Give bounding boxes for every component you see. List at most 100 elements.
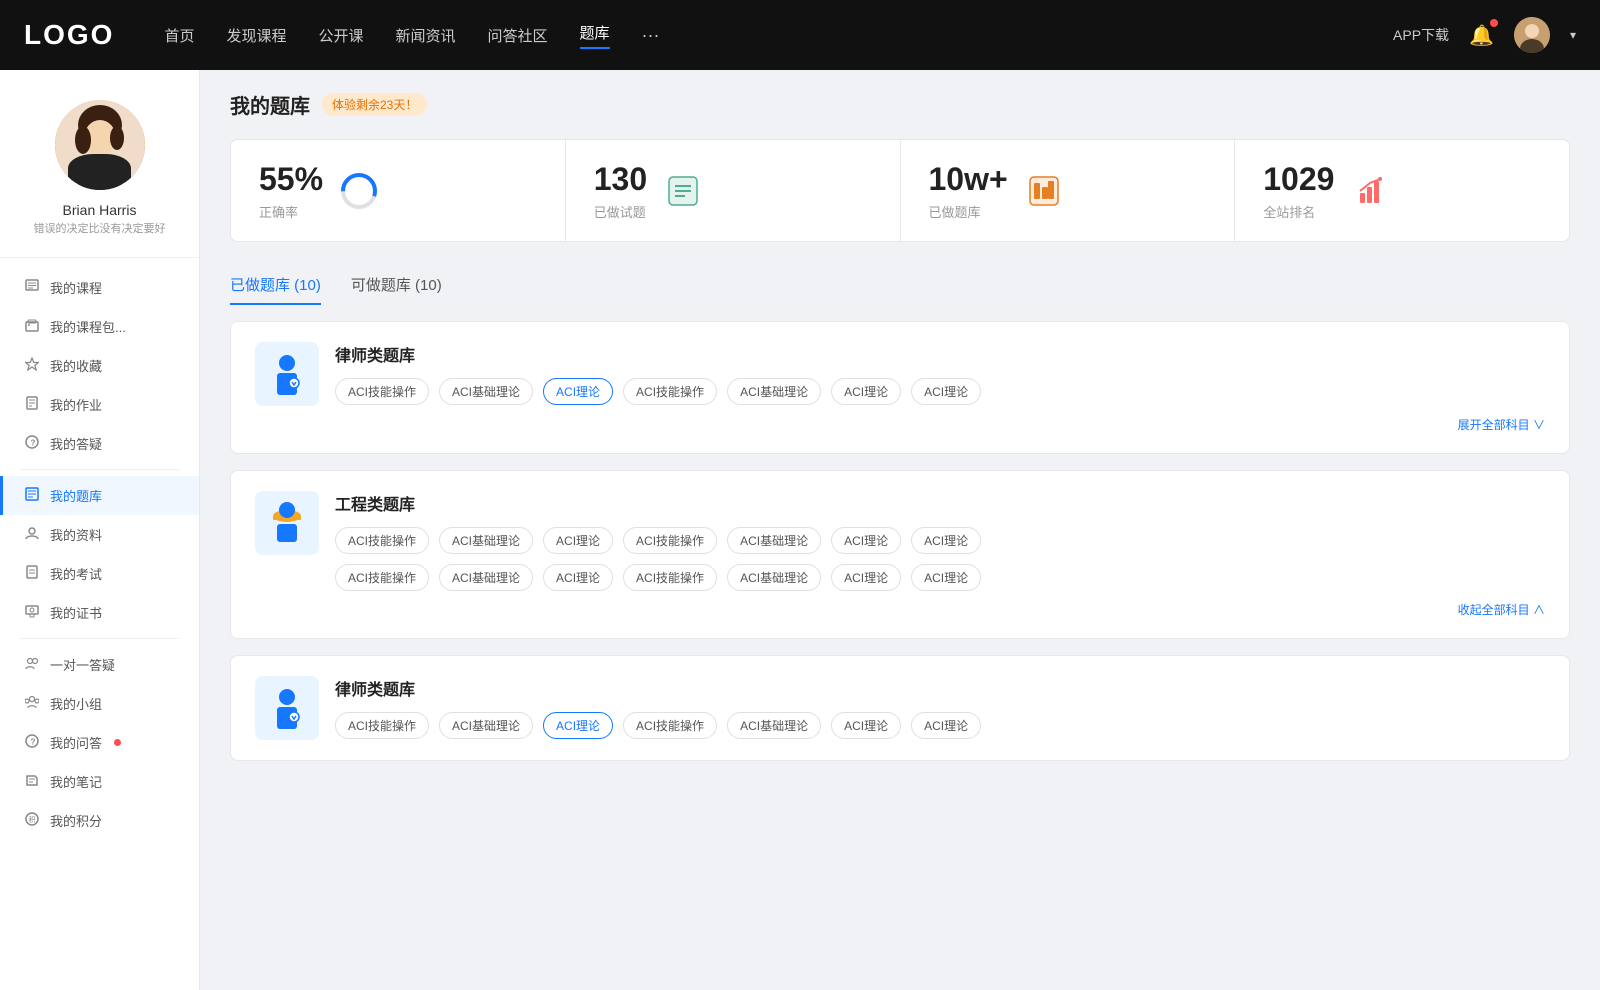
qbank-tag[interactable]: ACI技能操作 <box>335 564 429 591</box>
stats-row: 55% 正确率 130 已做试题 <box>230 139 1570 242</box>
sidebar-item-homework[interactable]: 我的作业 <box>0 385 199 424</box>
qbank-tag[interactable]: ACI技能操作 <box>335 378 429 405</box>
trial-badge: 体验剩余23天！ <box>322 93 427 116</box>
nav-news[interactable]: 新闻资讯 <box>396 25 456 46</box>
qbank-tag[interactable]: ACI理论 <box>831 564 901 591</box>
nav-open-course[interactable]: 公开课 <box>318 25 363 46</box>
stat-done-questions-value: 130 <box>594 160 647 198</box>
qbank-tag[interactable]: ACI理论 <box>543 527 613 554</box>
sidebar-item-qa[interactable]: ? 我的答疑 <box>0 424 199 463</box>
svg-text:?: ? <box>31 738 36 747</box>
stat-accuracy-value: 55% <box>259 160 323 198</box>
qbank-icon <box>24 487 40 504</box>
qbank-tag[interactable]: ACI基础理论 <box>727 564 821 591</box>
page-title: 我的题库 <box>230 90 310 119</box>
qbank-header: 工程类题库 ACI技能操作 ACI基础理论 ACI理论 ACI技能操作 ACI基… <box>255 491 1545 591</box>
exam-icon <box>24 565 40 582</box>
svg-text:?: ? <box>31 439 36 448</box>
qbank-title: 律师类题库 <box>335 676 1545 700</box>
qbank-tag[interactable]: ACI理论 <box>911 378 981 405</box>
stat-done-banks-info: 10w+ 已做题库 <box>929 160 1008 221</box>
profile-motto: 错误的决定比没有决定要好 <box>34 222 166 237</box>
qbank-lawyer-icon-2 <box>255 676 319 740</box>
sidebar-item-notes[interactable]: 我的笔记 <box>0 762 199 801</box>
stat-accuracy-label: 正确率 <box>259 202 323 221</box>
stat-accuracy-icon <box>339 171 379 211</box>
sidebar-item-label: 我的问答 <box>50 733 102 752</box>
qbank-tag[interactable]: ACI基础理论 <box>439 712 533 739</box>
stat-accuracy-info: 55% 正确率 <box>259 160 323 221</box>
tabs-row: 已做题库 (10) 可做题库 (10) <box>230 266 1570 305</box>
qbank-tag[interactable]: ACI基础理论 <box>439 527 533 554</box>
qbank-tag[interactable]: ACI理论 <box>543 564 613 591</box>
unread-badge <box>114 739 121 746</box>
sidebar-item-exam[interactable]: 我的考试 <box>0 554 199 593</box>
favorites-icon <box>24 357 40 374</box>
qbank-card-lawyer-1: 律师类题库 ACI技能操作 ACI基础理论 ACI理论 ACI技能操作 ACI基… <box>230 321 1570 454</box>
one-on-one-icon <box>24 656 40 673</box>
sidebar-menu: 我的课程 我的课程包... 我的收藏 我的作业 <box>0 268 199 840</box>
notification-badge <box>1490 19 1498 27</box>
qbank-footer: 展开全部科目 ∨ <box>255 416 1545 433</box>
sidebar-item-course-package[interactable]: 我的课程包... <box>0 307 199 346</box>
stat-done-banks-icon <box>1024 171 1064 211</box>
sidebar-item-profile[interactable]: 我的资料 <box>0 515 199 554</box>
qbank-tag-active[interactable]: ACI理论 <box>543 378 613 405</box>
sidebar-item-label: 我的积分 <box>50 811 102 830</box>
sidebar-item-label: 一对一答疑 <box>50 655 115 674</box>
qbank-tag[interactable]: ACI技能操作 <box>335 527 429 554</box>
sidebar-item-favorites[interactable]: 我的收藏 <box>0 346 199 385</box>
sidebar-divider-2 <box>20 638 179 639</box>
nav-home[interactable]: 首页 <box>164 25 194 46</box>
app-download-link[interactable]: APP下载 <box>1393 25 1449 45</box>
qbank-tag[interactable]: ACI理论 <box>911 712 981 739</box>
qbank-tag[interactable]: ACI理论 <box>911 527 981 554</box>
certificate-icon <box>24 604 40 621</box>
sidebar-item-qbank[interactable]: 我的题库 <box>0 476 199 515</box>
my-courses-icon <box>24 279 40 296</box>
sidebar-item-one-on-one[interactable]: 一对一答疑 <box>0 645 199 684</box>
qbank-tag[interactable]: ACI技能操作 <box>623 712 717 739</box>
qbank-tag[interactable]: ACI技能操作 <box>623 564 717 591</box>
collapse-button[interactable]: 收起全部科目 ∧ <box>1458 601 1545 618</box>
nav-more[interactable]: ··· <box>642 25 660 46</box>
sidebar-item-certificate[interactable]: 我的证书 <box>0 593 199 632</box>
sidebar-item-questions[interactable]: ? 我的问答 <box>0 723 199 762</box>
nav-discover[interactable]: 发现课程 <box>226 25 286 46</box>
qbank-tag[interactable]: ACI技能操作 <box>623 527 717 554</box>
nav-qa[interactable]: 问答社区 <box>488 25 548 46</box>
sidebar-item-my-courses[interactable]: 我的课程 <box>0 268 199 307</box>
qbank-tag-active[interactable]: ACI理论 <box>543 712 613 739</box>
qbank-tag[interactable]: ACI理论 <box>911 564 981 591</box>
group-icon <box>24 695 40 712</box>
qbank-tag[interactable]: ACI理论 <box>831 378 901 405</box>
qbank-body: 律师类题库 ACI技能操作 ACI基础理论 ACI理论 ACI技能操作 ACI基… <box>335 676 1545 739</box>
qbank-tag[interactable]: ACI基础理论 <box>439 378 533 405</box>
qbank-tag[interactable]: ACI基础理论 <box>727 378 821 405</box>
qbank-tag[interactable]: ACI基础理论 <box>727 527 821 554</box>
avatar[interactable] <box>1514 17 1550 53</box>
expand-button[interactable]: 展开全部科目 ∨ <box>1458 416 1545 433</box>
qbank-tags-row1: ACI技能操作 ACI基础理论 ACI理论 ACI技能操作 ACI基础理论 AC… <box>335 527 1545 554</box>
qbank-tag[interactable]: ACI基础理论 <box>727 712 821 739</box>
nav-qbank[interactable]: 题库 <box>580 22 610 49</box>
qbank-tag[interactable]: ACI理论 <box>831 712 901 739</box>
homework-icon <box>24 396 40 413</box>
notification-bell[interactable]: 🔔 <box>1469 23 1494 48</box>
qbank-card-engineer: 工程类题库 ACI技能操作 ACI基础理论 ACI理论 ACI技能操作 ACI基… <box>230 470 1570 639</box>
qbank-tag[interactable]: ACI理论 <box>831 527 901 554</box>
tab-done-banks[interactable]: 已做题库 (10) <box>230 266 321 305</box>
sidebar-item-group[interactable]: 我的小组 <box>0 684 199 723</box>
qbank-tag[interactable]: ACI技能操作 <box>623 378 717 405</box>
course-package-icon <box>24 318 40 335</box>
qbank-tag[interactable]: ACI技能操作 <box>335 712 429 739</box>
page-title-row: 我的题库 体验剩余23天！ <box>230 90 1570 119</box>
qbank-title: 律师类题库 <box>335 342 1545 366</box>
notes-icon <box>24 773 40 790</box>
qbank-tag[interactable]: ACI基础理论 <box>439 564 533 591</box>
stat-done-questions-info: 130 已做试题 <box>594 160 647 221</box>
tab-available-banks[interactable]: 可做题库 (10) <box>351 266 442 305</box>
qbank-card-lawyer-2: 律师类题库 ACI技能操作 ACI基础理论 ACI理论 ACI技能操作 ACI基… <box>230 655 1570 761</box>
sidebar-item-points[interactable]: 积 我的积分 <box>0 801 199 840</box>
avatar-dropdown-icon[interactable]: ▾ <box>1570 28 1576 42</box>
